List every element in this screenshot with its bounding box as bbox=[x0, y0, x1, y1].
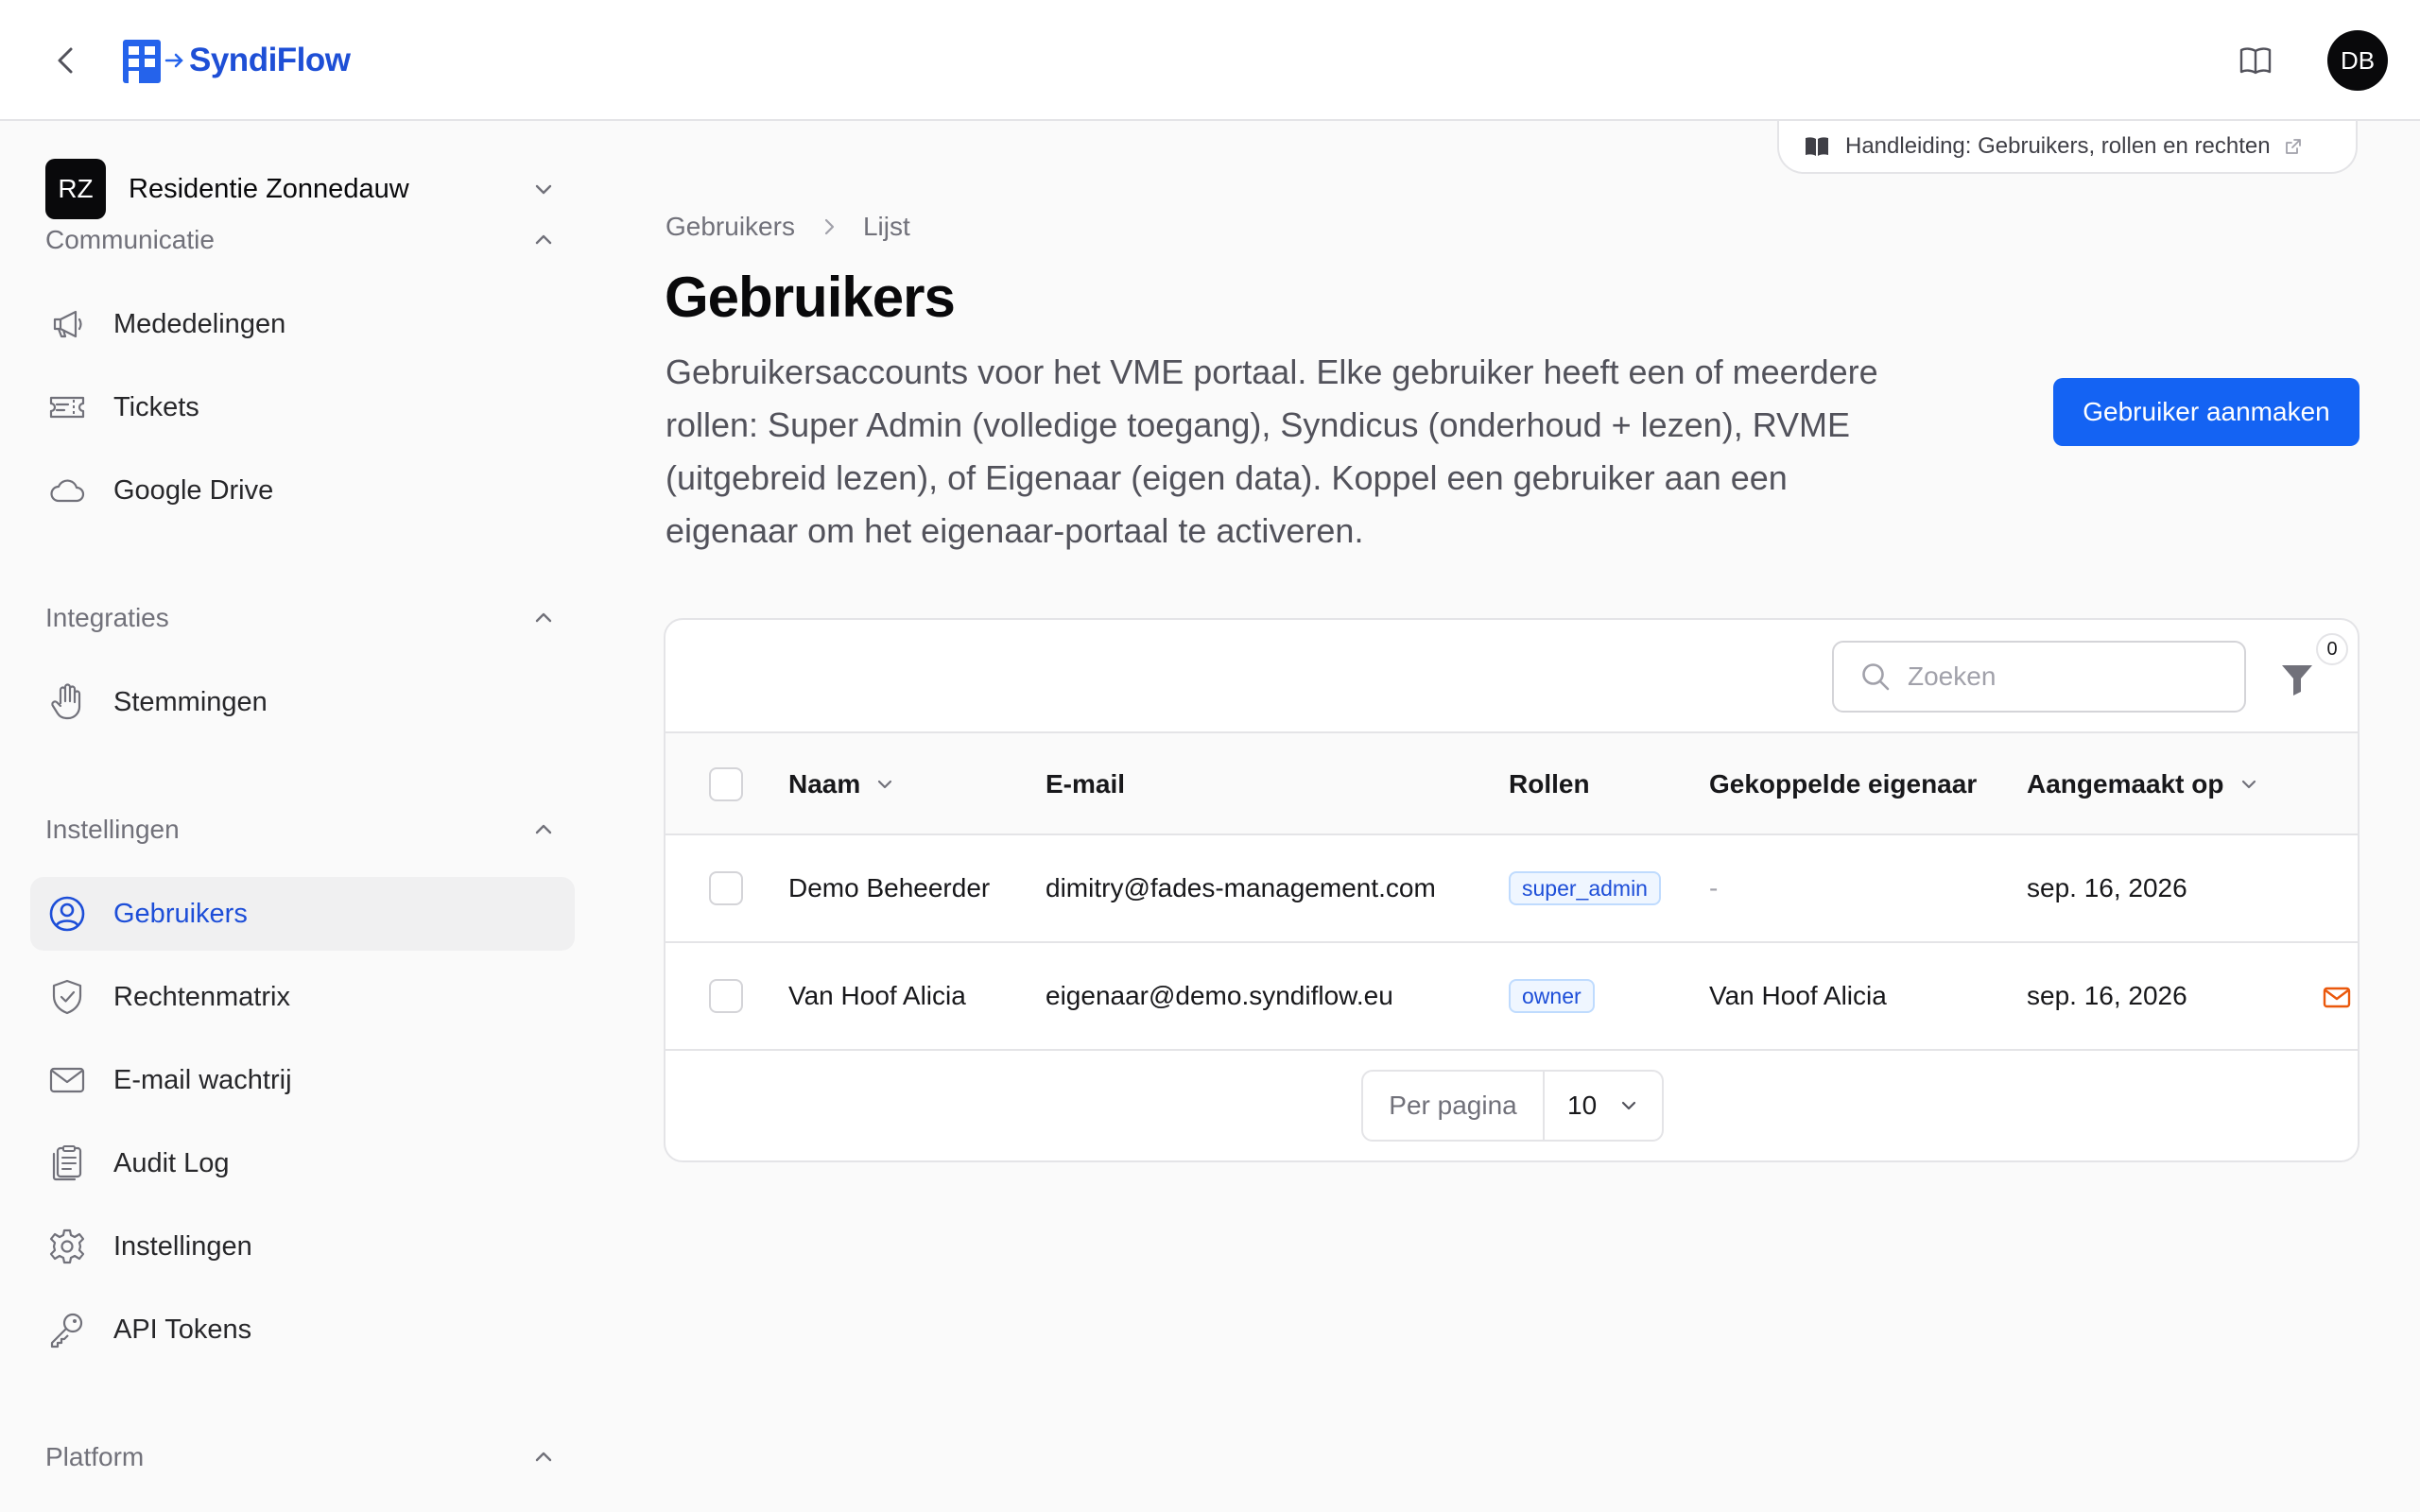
book-open-icon bbox=[2239, 47, 2272, 75]
tenant-name: Residentie Zonnedauw bbox=[129, 173, 409, 204]
sidebar-item-instellingen[interactable]: Instellingen bbox=[30, 1210, 575, 1283]
sort-chevron-down-icon[interactable] bbox=[873, 773, 896, 796]
brand-logo[interactable]: SyndiFlow bbox=[123, 38, 351, 83]
column-header-naam[interactable]: Naam bbox=[788, 733, 896, 835]
row-checkbox[interactable] bbox=[709, 871, 743, 905]
search-input[interactable] bbox=[1906, 661, 2208, 693]
page-title: Gebruikers bbox=[665, 266, 956, 329]
sort-chevron-down-icon[interactable] bbox=[2238, 773, 2260, 796]
user-avatar[interactable]: DB bbox=[2327, 30, 2388, 91]
cell-naam: Demo Beheerder bbox=[788, 873, 991, 902]
megaphone-icon bbox=[53, 310, 82, 338]
pagination: Per pagina 10 bbox=[1361, 1070, 1664, 1142]
table-header: Naam E-mail Rollen Gekoppelde eigenaar A… bbox=[666, 733, 2358, 835]
filter-count-badge: 0 bbox=[2316, 633, 2348, 665]
cell-aangemaakt-op: sep. 16, 2026 bbox=[2027, 981, 2187, 1010]
search-box[interactable] bbox=[1832, 641, 2246, 713]
role-badge: owner bbox=[1509, 979, 1595, 1013]
sidebar-group-platform[interactable]: Platform bbox=[45, 1442, 556, 1472]
chevron-down-icon bbox=[535, 184, 552, 195]
per-page-select[interactable]: 10 bbox=[1545, 1072, 1662, 1140]
cell-gekoppelde-eigenaar: Van Hoof Alicia bbox=[1709, 981, 1887, 1010]
sidebar-item-stemmingen[interactable]: Stemmingen bbox=[30, 665, 575, 739]
sidebar-item-rechtenmatrix[interactable]: Rechtenmatrix bbox=[30, 960, 575, 1034]
chevron-down-icon bbox=[1622, 1101, 1636, 1110]
breadcrumb-gebruikers[interactable]: Gebruikers bbox=[666, 212, 795, 242]
per-page-label: Per pagina bbox=[1363, 1072, 1545, 1140]
page-description: Gebruikersaccounts voor het VME portaal.… bbox=[666, 352, 1878, 550]
filter-button[interactable] bbox=[2278, 660, 2316, 697]
documentation-button[interactable] bbox=[2237, 42, 2274, 79]
table-row[interactable]: Demo Beheerder dimitry@fades-management.… bbox=[666, 835, 2358, 943]
users-table-card: 0 Naam E-mail Rollen Gekoppelde eigenaar… bbox=[664, 618, 2360, 1162]
ticket-icon bbox=[49, 396, 85, 419]
select-all-checkbox[interactable] bbox=[709, 767, 743, 801]
clipboard-icon bbox=[52, 1145, 82, 1181]
column-header-rollen: Rollen bbox=[1509, 769, 1590, 799]
envelope-icon[interactable] bbox=[2322, 983, 2352, 1011]
per-page-value: 10 bbox=[1567, 1091, 1598, 1120]
user-circle-icon bbox=[49, 896, 85, 932]
documentation-link[interactable]: Handleiding: Gebruikers, rollen en recht… bbox=[1777, 121, 2358, 174]
sidebar-item-audit-log[interactable]: Audit Log bbox=[30, 1126, 575, 1200]
back-button[interactable] bbox=[47, 42, 85, 79]
gear-icon bbox=[49, 1228, 85, 1264]
column-header-email: E-mail bbox=[1046, 769, 1126, 799]
column-header-gekoppelde-eigenaar: Gekoppelde eigenaar bbox=[1709, 769, 1978, 799]
sidebar-item-api-tokens[interactable]: API Tokens bbox=[30, 1293, 575, 1366]
sidebar-group-communicatie[interactable]: Communicatie bbox=[45, 225, 556, 255]
chevron-up-icon bbox=[535, 824, 552, 834]
cloud-icon bbox=[50, 479, 85, 503]
chevron-up-icon bbox=[535, 612, 552, 623]
sidebar: RZ Residentie Zonnedauw Communicatie Med… bbox=[0, 123, 586, 1512]
chevron-up-icon bbox=[535, 234, 552, 245]
brand-name: SyndiFlow bbox=[189, 42, 351, 78]
shield-check-icon bbox=[52, 979, 82, 1015]
external-link-icon bbox=[2285, 139, 2301, 154]
tenant-avatar: RZ bbox=[45, 159, 106, 219]
sidebar-group-instellingen[interactable]: Instellingen bbox=[45, 815, 556, 845]
breadcrumb: Gebruikers Lijst bbox=[666, 212, 910, 242]
envelope-icon bbox=[49, 1067, 85, 1093]
role-badge: super_admin bbox=[1509, 871, 1661, 905]
row-checkbox[interactable] bbox=[709, 979, 743, 1013]
key-icon bbox=[50, 1313, 83, 1349]
column-header-aangemaakt-op[interactable]: Aangemaakt op bbox=[2027, 733, 2260, 835]
cell-email: eigenaar@demo.syndiflow.eu bbox=[1046, 981, 1393, 1010]
cell-rollen: super_admin bbox=[1509, 835, 1661, 941]
cell-naam: Van Hoof Alicia bbox=[788, 981, 966, 1010]
sidebar-item-mededelingen[interactable]: Mededelingen bbox=[30, 287, 575, 361]
chevron-up-icon bbox=[535, 1452, 552, 1462]
sidebar-group-integraties[interactable]: Integraties bbox=[45, 603, 556, 633]
arrow-right-icon bbox=[164, 53, 183, 68]
documentation-link-label: Handleiding: Gebruikers, rollen en recht… bbox=[1845, 133, 2271, 159]
create-user-button[interactable]: Gebruiker aanmaken bbox=[2053, 378, 2360, 446]
tenant-switcher[interactable]: RZ Residentie Zonnedauw bbox=[45, 159, 556, 219]
sidebar-item-gebruikers[interactable]: Gebruikers bbox=[30, 877, 575, 951]
hand-icon bbox=[51, 683, 81, 720]
book-icon bbox=[1806, 137, 1828, 156]
cell-rollen: owner bbox=[1509, 943, 1595, 1049]
sidebar-item-google-drive[interactable]: Google Drive bbox=[30, 454, 575, 527]
sidebar-item-email-wachtrij[interactable]: E-mail wachtrij bbox=[30, 1043, 575, 1117]
sidebar-item-tickets[interactable]: Tickets bbox=[30, 370, 575, 444]
search-icon bbox=[1862, 663, 1890, 691]
chevron-left-icon bbox=[58, 47, 73, 74]
top-bar: SyndiFlow DB bbox=[0, 0, 2420, 121]
cell-aangemaakt-op: sep. 16, 2026 bbox=[2027, 873, 2187, 902]
cell-gekoppelde-eigenaar: - bbox=[1709, 873, 1719, 902]
table-toolbar: 0 bbox=[666, 620, 2358, 733]
table-row[interactable]: Van Hoof Alicia eigenaar@demo.syndiflow.… bbox=[666, 943, 2358, 1051]
cell-email: dimitry@fades-management.com bbox=[1046, 873, 1436, 902]
funnel-icon bbox=[2282, 665, 2312, 696]
breadcrumb-lijst: Lijst bbox=[862, 212, 910, 241]
building-logo-icon bbox=[123, 40, 161, 83]
chevron-right-icon bbox=[824, 218, 835, 235]
